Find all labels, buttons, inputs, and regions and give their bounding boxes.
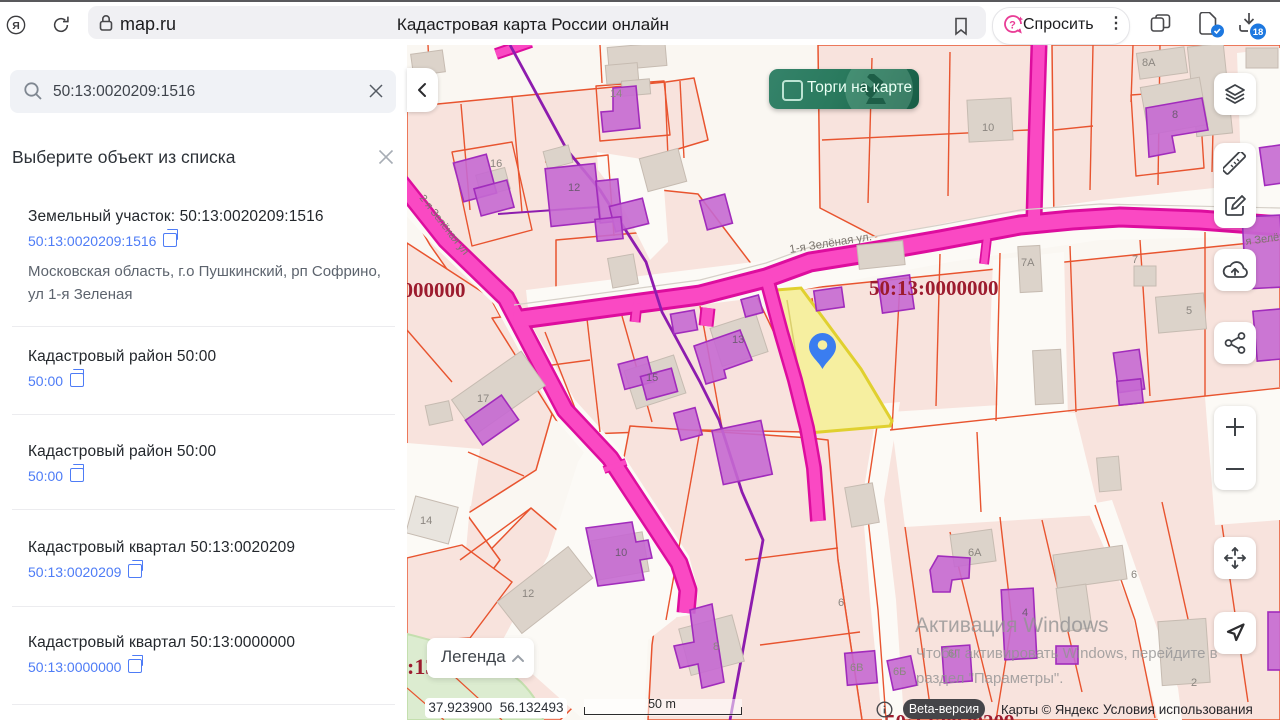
svg-text:Я: Я	[12, 21, 20, 32]
svg-text:8: 8	[1172, 109, 1178, 121]
svg-text:5: 5	[1186, 305, 1192, 317]
svg-text:6А: 6А	[968, 547, 982, 559]
svg-text:10: 10	[615, 547, 627, 559]
svg-text:8А: 8А	[1142, 57, 1156, 69]
svg-text:12: 12	[568, 182, 580, 194]
svg-text:16: 16	[490, 158, 502, 170]
svg-text:6: 6	[838, 597, 844, 609]
svg-text:10: 10	[982, 122, 994, 134]
svg-text:18: 18	[1253, 27, 1264, 38]
svg-text:6В: 6В	[850, 662, 863, 674]
svg-text:8: 8	[713, 641, 719, 653]
svg-text:6: 6	[1131, 569, 1137, 581]
svg-text:50:13:0000000: 50:13:0000000	[869, 276, 999, 300]
svg-text:12: 12	[522, 588, 534, 600]
svg-text:7А: 7А	[1021, 257, 1035, 269]
svg-text:15: 15	[646, 372, 658, 384]
svg-text:2: 2	[1191, 677, 1197, 689]
svg-text:6Б: 6Б	[893, 666, 906, 678]
svg-text:50:13:0000000: 50:13:0000000	[407, 278, 466, 302]
svg-text:?: ?	[1009, 20, 1016, 32]
svg-text:14: 14	[420, 515, 432, 527]
svg-text:17: 17	[477, 393, 489, 405]
svg-text:13: 13	[732, 334, 744, 346]
svg-text:14: 14	[610, 88, 622, 100]
svg-text:7: 7	[1132, 254, 1138, 266]
